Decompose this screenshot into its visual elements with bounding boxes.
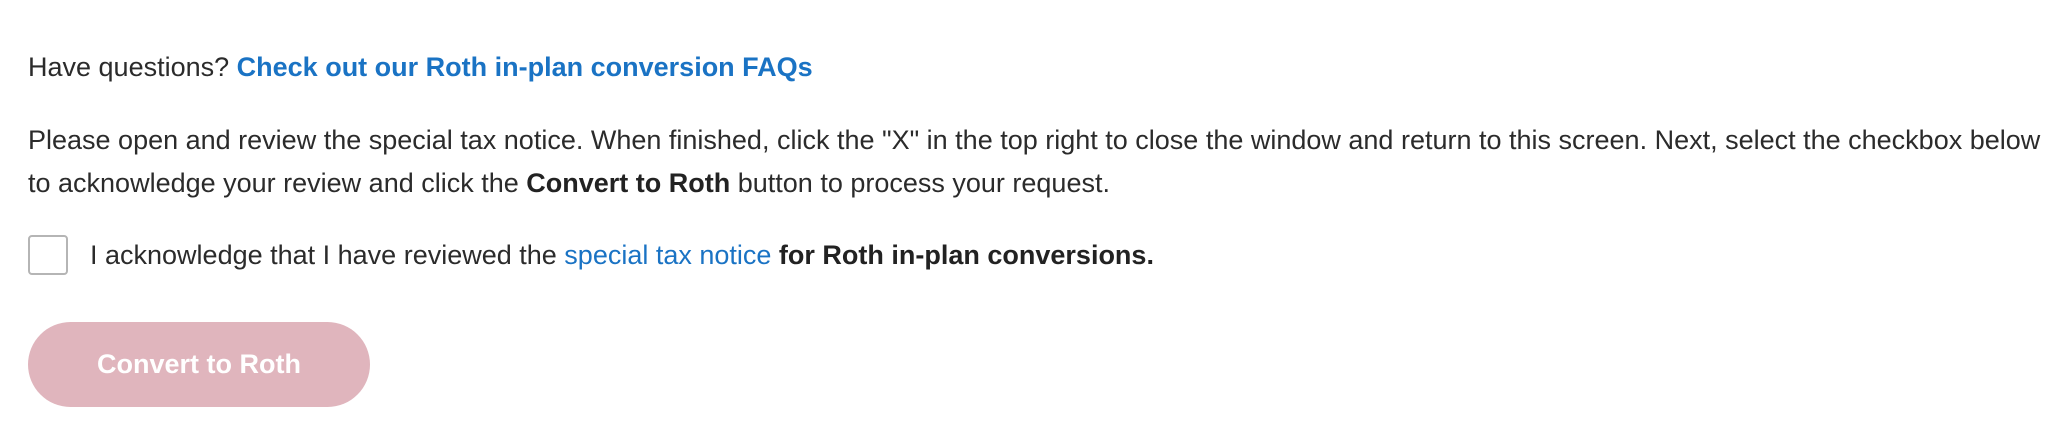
acknowledge-row: I acknowledge that I have reviewed the s… bbox=[28, 235, 1154, 275]
special-tax-notice-link[interactable]: special tax notice bbox=[564, 240, 771, 270]
convert-to-roth-button[interactable]: Convert to Roth bbox=[28, 322, 370, 407]
faq-link[interactable]: Check out our Roth in-plan conversion FA… bbox=[237, 52, 813, 82]
acknowledge-label: I acknowledge that I have reviewed the s… bbox=[90, 237, 1154, 273]
faq-prefix: Have questions? bbox=[28, 52, 230, 82]
acknowledge-checkbox[interactable] bbox=[28, 235, 68, 275]
faq-line: Have questions? Check out our Roth in-pl… bbox=[28, 49, 813, 85]
instructions-text: Please open and review the special tax n… bbox=[28, 119, 2048, 205]
instructions-bold: Convert to Roth bbox=[526, 168, 731, 198]
instructions-part2: button to process your request. bbox=[730, 168, 1110, 198]
acknowledge-prefix: I acknowledge that I have reviewed the bbox=[90, 240, 565, 270]
acknowledge-suffix: for Roth in-plan conversions. bbox=[771, 240, 1154, 270]
